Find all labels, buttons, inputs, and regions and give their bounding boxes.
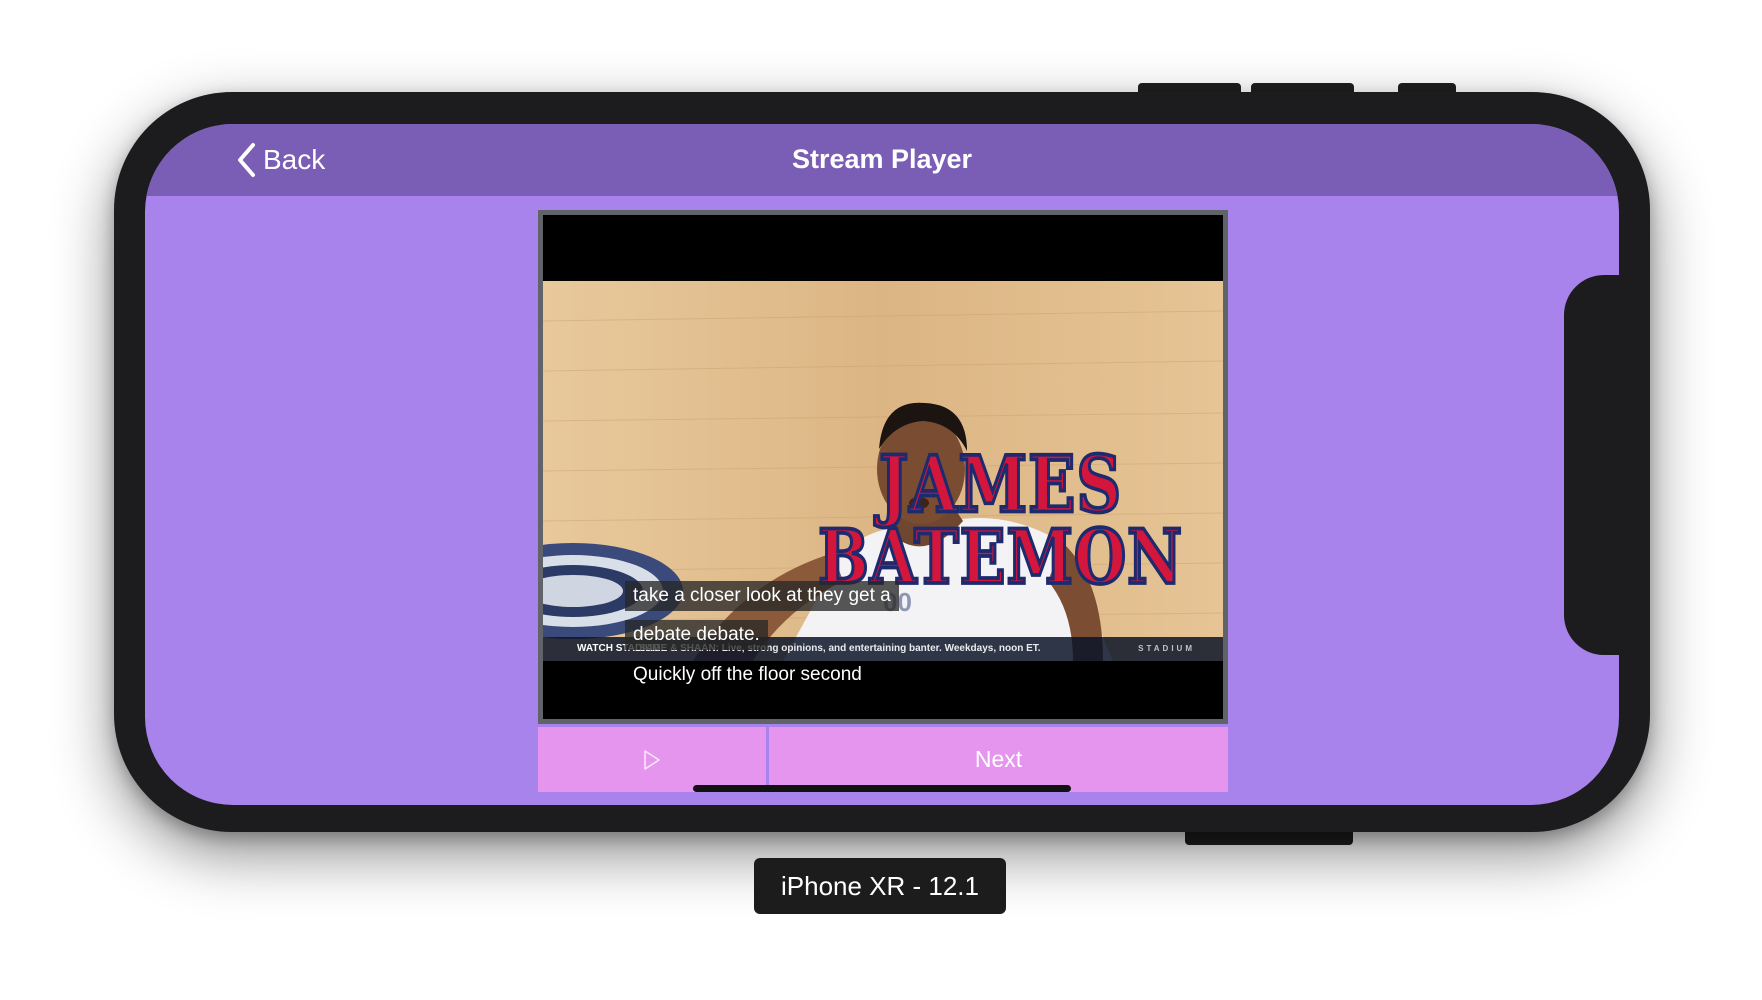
app-screen: Back Stream Player JAMES BATEMON WATCH S… <box>145 124 1619 805</box>
simulator-stage: Back Stream Player JAMES BATEMON WATCH S… <box>0 0 1762 1000</box>
caption-line: debate debate. <box>625 620 768 650</box>
device-notch <box>1564 275 1644 655</box>
page-title: Stream Player <box>791 144 973 174</box>
caption-line: Quickly off the floor second <box>633 664 862 685</box>
video-player[interactable]: 00 JAMES BATEMON WATCH STADIUM SAGE & SH… <box>538 210 1228 724</box>
navigation-bar: Back Stream Player <box>145 124 1619 196</box>
play-icon <box>644 749 660 770</box>
next-button[interactable]: Next <box>769 727 1228 792</box>
caption-line: take a closer look at they get a <box>625 581 899 611</box>
simulator-device-label: iPhone XR - 12.1 <box>754 858 1006 914</box>
player-name-overlay: JAMES BATEMON <box>817 439 1184 597</box>
player-first-name: JAMES <box>878 439 1123 531</box>
play-button[interactable] <box>538 727 766 792</box>
player-controls: Next <box>538 727 1228 792</box>
ticker-logo: STADIUM <box>1138 644 1195 653</box>
video-surface[interactable]: 00 JAMES BATEMON WATCH STADIUM SAGE & SH… <box>543 215 1223 719</box>
home-indicator[interactable] <box>693 785 1071 792</box>
